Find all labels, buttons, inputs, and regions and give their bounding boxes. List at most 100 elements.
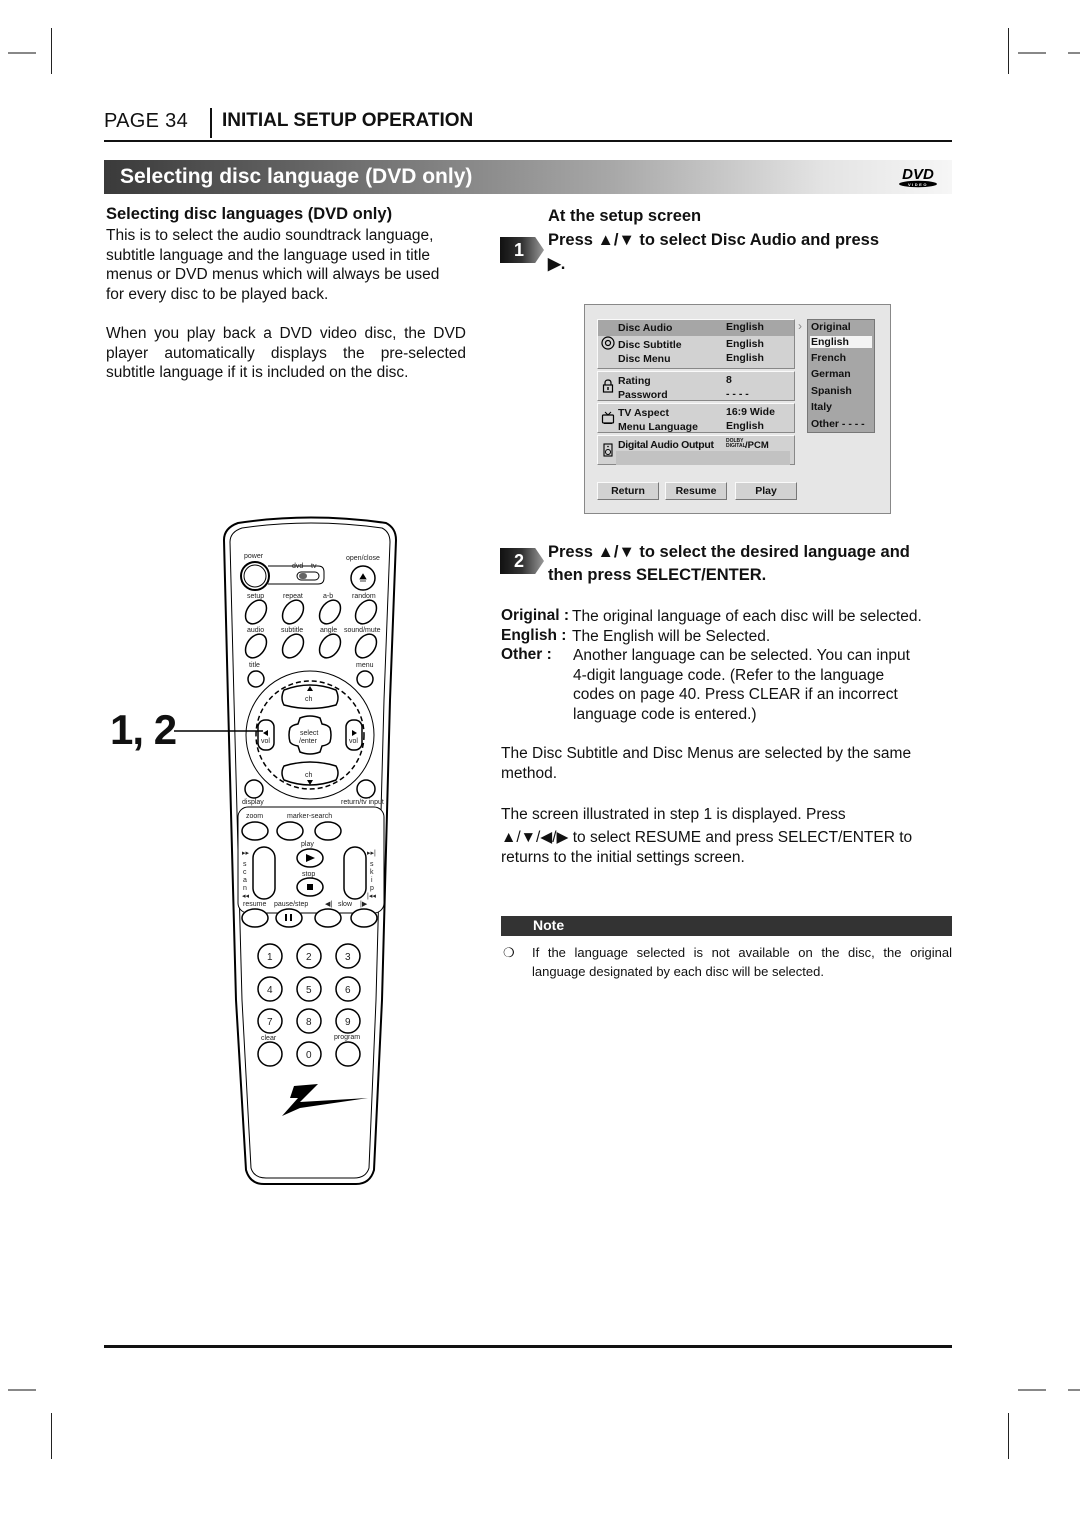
osd-group-audio-output: Digital Audio Output DOLBY DIGITAL /PCM — [597, 435, 795, 465]
program-button[interactable] — [335, 1041, 361, 1067]
option-english[interactable]: English — [810, 336, 872, 348]
note-text: If the language selected is not availabl… — [532, 943, 952, 981]
option-german[interactable]: German — [811, 368, 851, 380]
text-line: returns to the initial settings screen. — [501, 849, 745, 866]
pause-step-button[interactable] — [275, 908, 303, 928]
return-button[interactable]: Return — [597, 482, 659, 500]
step2-instruction: Press ▲/▼ to select the desired language… — [548, 543, 910, 561]
skip-button[interactable] — [343, 846, 367, 900]
ch-down-label: ch — [305, 772, 313, 779]
skip-letter: s — [370, 861, 374, 868]
slow-forward-button[interactable] — [350, 908, 378, 928]
step1-instruction-cont: ▶. — [548, 255, 566, 273]
angle-label: angle — [320, 627, 337, 634]
osd-row-label: Rating — [618, 375, 651, 387]
definition-term-original: Original : — [501, 607, 570, 624]
resume-button[interactable] — [241, 908, 269, 928]
random-label: random — [352, 593, 376, 600]
text-line: 4-digit language code. (Refer to the lan… — [573, 666, 885, 684]
slow-reverse-button[interactable] — [314, 908, 342, 928]
pause-icon — [285, 914, 287, 921]
note-header: Note — [501, 916, 952, 936]
play-label: play — [301, 841, 314, 848]
option-french[interactable]: French — [811, 352, 846, 364]
osd-row-disc-audio[interactable]: Disc Audio English — [598, 320, 794, 336]
skip-forward-icon: ▸▸| — [367, 850, 376, 857]
vol-right-button[interactable] — [345, 719, 363, 751]
resume-button[interactable]: Resume — [665, 482, 727, 500]
osd-row-value: - - - - — [726, 388, 749, 400]
option-original[interactable]: Original — [811, 321, 851, 333]
osd-row-label: Disc Audio — [618, 322, 673, 334]
osd-row-value: English — [726, 352, 764, 364]
osd-row-label: Disc Menu — [618, 353, 671, 365]
power-button[interactable] — [240, 561, 270, 591]
osd-row-menu-language[interactable]: Menu Language English — [598, 419, 794, 435]
scan-forward-icon: ▸▸ — [242, 850, 250, 857]
scan-letter: a — [243, 877, 247, 884]
resume-label: resume — [243, 901, 266, 908]
ch-up-label: ch — [305, 696, 313, 703]
return-tv-input-button[interactable] — [356, 779, 376, 799]
menu-button[interactable] — [356, 670, 374, 688]
osd-row-disc-menu[interactable]: Disc Menu English — [598, 351, 794, 367]
menu-label: menu — [356, 662, 374, 669]
title-label: title — [249, 662, 260, 669]
osd-row-password[interactable]: Password - - - - — [598, 387, 794, 403]
definition-text-other: Another language can be selected. You ca… — [573, 646, 910, 725]
digit-label: 8 — [306, 1017, 312, 1028]
marker-button[interactable] — [276, 821, 304, 841]
display-button[interactable] — [244, 779, 264, 799]
digit-label: 3 — [345, 952, 351, 963]
setup-screen: Disc Audio English Disc Subtitle English… — [584, 304, 891, 514]
osd-row-label: Disc Subtitle — [618, 339, 682, 351]
osd-row-value: English — [726, 420, 764, 432]
return-tv-input-label: return/tv input — [341, 799, 384, 806]
clear-button[interactable] — [257, 1041, 283, 1067]
digit-label: 4 — [267, 985, 273, 996]
stop-label: stop — [302, 871, 315, 878]
osd-row-label: Digital Audio Output — [618, 439, 714, 451]
text-line: If the language selected is not availabl… — [532, 945, 952, 960]
step1-instruction: Press ▲/▼ to select Disc Audio and press — [548, 231, 879, 249]
play-button[interactable]: Play — [735, 482, 797, 500]
search-button[interactable] — [314, 821, 342, 841]
open-close-label: open/close — [346, 555, 380, 562]
text-line: Another language can be selected. You ca… — [573, 647, 910, 664]
step1-intro: At the setup screen — [548, 207, 702, 225]
scan-letter: n — [243, 885, 247, 892]
vol-left-button[interactable] — [257, 719, 275, 751]
select-label: select — [300, 730, 318, 737]
enter-label: /enter — [299, 738, 318, 745]
pause-step-label: pause/step — [274, 901, 308, 908]
digit-label: 5 — [306, 985, 312, 996]
text-line: language code is entered.) — [573, 706, 757, 724]
display-label: display — [242, 799, 264, 806]
power-label: power — [244, 553, 264, 560]
skip-letter: k — [370, 869, 374, 876]
a-b-label: a-b — [323, 593, 333, 600]
osd-empty-field — [616, 451, 790, 465]
osd-row-label: Menu Language — [618, 421, 698, 433]
dvd-tv-switch-knob — [299, 573, 307, 579]
osd-row-value: English — [726, 338, 764, 350]
vol-right-label: vol — [349, 738, 358, 745]
digit-label: 6 — [345, 985, 351, 996]
title-button[interactable] — [247, 670, 265, 688]
option-other[interactable]: Other - - - - — [811, 418, 865, 430]
option-spanish[interactable]: Spanish — [811, 385, 852, 397]
clear-label: clear — [261, 1035, 277, 1042]
osd-row-value: 8 — [726, 374, 732, 386]
option-italy[interactable]: Italy — [811, 401, 832, 413]
text-line: codes on page 40. Press CLEAR if an inco… — [573, 686, 898, 704]
scan-button[interactable] — [252, 846, 276, 900]
vol-left-label: vol — [261, 738, 270, 745]
scan-letter: s — [243, 861, 247, 868]
resume-paragraph: The screen illustrated in step 1 is disp… — [501, 803, 951, 869]
skip-back-icon: |◂◂ — [367, 893, 376, 900]
zoom-button[interactable] — [241, 821, 269, 841]
osd-row-label: TV Aspect — [618, 407, 669, 419]
setup-label: setup — [247, 593, 264, 600]
dolby-digital-logo: DOLBY DIGITAL — [726, 439, 746, 449]
digit-label: 1 — [267, 952, 273, 963]
